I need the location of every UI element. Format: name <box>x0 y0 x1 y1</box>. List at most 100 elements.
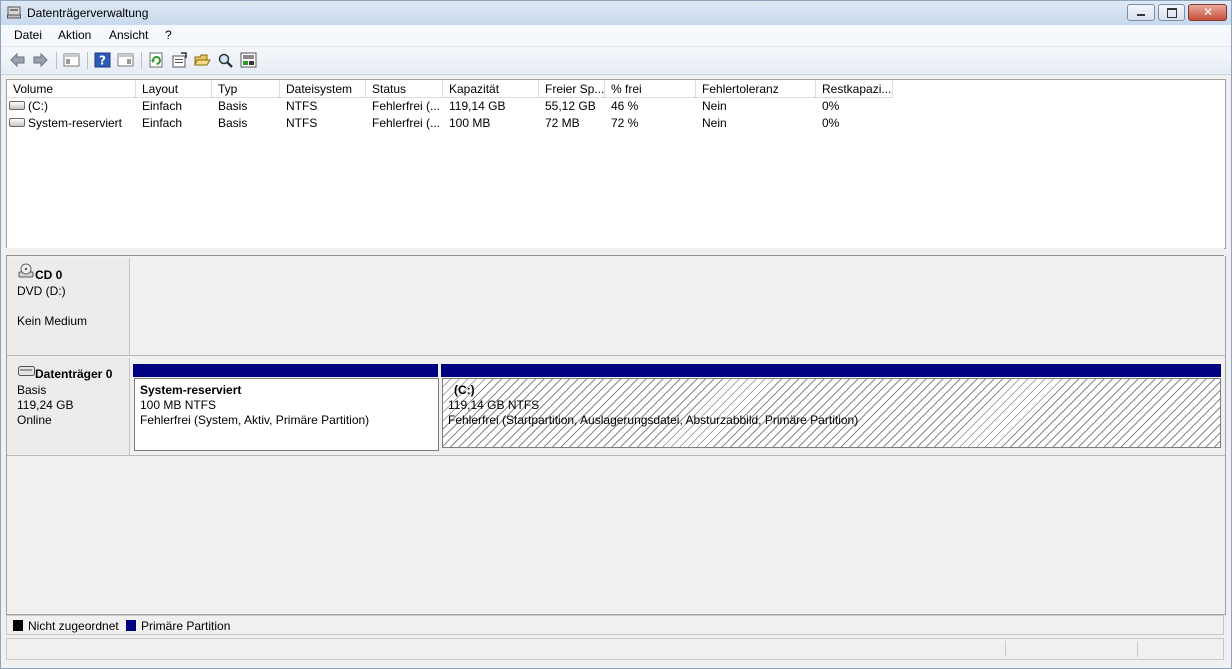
title-bar[interactable]: Datenträgerverwaltung ✕ <box>1 1 1231 25</box>
dateisystem-cell: NTFS <box>286 99 318 113</box>
disk0-label[interactable]: Datenträger 0 Basis 119,24 GB Online <box>7 358 130 455</box>
partition-size-fs: 119,14 GB NTFS <box>448 398 540 412</box>
menu-ansicht[interactable]: Ansicht <box>109 28 148 42</box>
status-cell: Fehlerfrei (... <box>372 99 441 113</box>
fehlertoleranz-cell: Nein <box>702 99 727 113</box>
toolbar-separator <box>141 52 142 69</box>
legend: Nicht zugeordnet Primäre Partition <box>6 615 1224 635</box>
disk-management-app-icon <box>7 6 21 19</box>
partition-status: Fehlerfrei (System, Aktiv, Primäre Parti… <box>140 413 370 427</box>
typ-cell: Basis <box>218 116 248 130</box>
status-bar <box>6 638 1224 660</box>
cd-drive-icon <box>18 263 34 278</box>
properties-icon[interactable] <box>171 52 188 68</box>
disk-type: Basis <box>17 383 47 397</box>
hard-disk-icon <box>18 366 35 376</box>
partition-size-fs: 100 MB NTFS <box>140 398 217 412</box>
forward-icon[interactable] <box>32 52 49 68</box>
status-bar-divider <box>1137 641 1138 657</box>
close-icon: ✕ <box>1203 5 1214 19</box>
rescan-disks-icon[interactable] <box>240 52 257 68</box>
drive-icon <box>9 101 25 111</box>
table-row[interactable]: (C:) Einfach Basis NTFS Fehlerfrei (... … <box>7 98 1223 115</box>
console-tree-icon[interactable] <box>63 52 80 68</box>
cd0-label[interactable]: CD 0 DVD (D:) Kein Medium <box>7 258 130 355</box>
properties-view-icon[interactable] <box>117 52 134 68</box>
column-header-dateisystem[interactable]: Dateisystem <box>280 80 366 98</box>
svg-text:?: ? <box>99 54 106 68</box>
disk-graphical-view: CD 0 DVD (D:) Kein Medium Datenträger 0 … <box>6 256 1226 615</box>
search-icon[interactable] <box>217 52 234 68</box>
refresh-icon[interactable] <box>148 52 165 68</box>
partition-system-reserved[interactable]: System-reserviert 100 MB NTFS Fehlerfrei… <box>134 378 439 451</box>
restkapazitaet-cell: 0% <box>822 116 840 130</box>
disk-name: Datenträger 0 <box>35 367 113 381</box>
column-header-freier-speicher[interactable]: Freier Sp... <box>539 80 605 98</box>
toolbar-separator <box>87 52 88 69</box>
back-icon[interactable] <box>9 52 26 68</box>
fehlertoleranz-cell: Nein <box>702 116 727 130</box>
disk-management-window: Datenträgerverwaltung ✕ Datei Aktion Ans… <box>0 0 1232 669</box>
disk-row-divider <box>7 355 1225 356</box>
column-header-status[interactable]: Status <box>366 80 443 98</box>
menu-datei[interactable]: Datei <box>14 28 42 42</box>
menu-help[interactable]: ? <box>165 28 172 42</box>
window-title: Datenträgerverwaltung <box>27 6 149 20</box>
volume-cell: (C:) <box>7 98 136 115</box>
menu-bar: Datei Aktion Ansicht ? <box>1 25 1231 47</box>
legend-swatch-unallocated <box>13 620 23 631</box>
table-row[interactable]: System-reserviert Einfach Basis NTFS Feh… <box>7 115 1223 132</box>
partition-title: System-reserviert <box>140 383 242 397</box>
volume-name: System-reserviert <box>28 116 123 130</box>
partition-c[interactable]: (C:) 119,14 GB NTFS Fehlerfrei (Startpar… <box>442 378 1221 448</box>
help-icon[interactable]: ? <box>94 52 111 68</box>
legend-label-primary: Primäre Partition <box>141 619 231 633</box>
partition-bar-c <box>441 364 1221 377</box>
minimize-icon <box>1137 14 1145 16</box>
drive-icon <box>9 118 25 128</box>
column-header-restkapazitaet[interactable]: Restkapazi... <box>816 80 893 98</box>
layout-cell: Einfach <box>142 116 183 130</box>
column-header-layout[interactable]: Layout <box>136 80 212 98</box>
disk-drive-letter: DVD (D:) <box>17 284 66 298</box>
partition-title: (C:) <box>454 383 475 397</box>
dateisystem-cell: NTFS <box>286 116 318 130</box>
column-header-kapazitaet[interactable]: Kapazität <box>443 80 539 98</box>
toolbar: ? <box>1 47 1231 75</box>
prozent-frei-cell: 46 % <box>611 99 639 113</box>
kapazitaet-cell: 119,14 GB <box>449 99 506 113</box>
column-header-typ[interactable]: Typ <box>212 80 280 98</box>
layout-cell: Einfach <box>142 99 183 113</box>
volume-cell: System-reserviert <box>7 115 136 132</box>
disk-name: CD 0 <box>35 268 63 282</box>
toolbar-separator <box>56 52 57 69</box>
disk-size: 119,24 GB <box>17 398 74 412</box>
legend-label-unallocated: Nicht zugeordnet <box>28 619 119 633</box>
partition-bar-system-reserved <box>133 364 438 377</box>
menu-aktion[interactable]: Aktion <box>58 28 91 42</box>
freier-speicher-cell: 55,12 GB <box>545 99 596 113</box>
kapazitaet-cell: 100 MB <box>449 116 491 130</box>
minimize-button[interactable] <box>1127 4 1155 21</box>
legend-swatch-primary <box>126 620 136 631</box>
pane-splitter[interactable] <box>6 248 1224 256</box>
volume-name: (C:) <box>28 99 48 113</box>
disk-media-status: Kein Medium <box>17 314 88 328</box>
close-button[interactable]: ✕ <box>1188 4 1227 21</box>
disk-row-divider <box>7 455 1225 456</box>
restore-icon <box>1167 8 1177 18</box>
partition-status: Fehlerfrei (Startpartition, Auslagerungs… <box>448 413 859 427</box>
open-folder-icon[interactable] <box>194 52 211 68</box>
freier-speicher-cell: 72 MB <box>545 116 580 130</box>
status-cell: Fehlerfrei (... <box>372 116 441 130</box>
disk-state: Online <box>17 413 52 427</box>
volume-list: Volume Layout Typ Dateisystem Status Kap… <box>6 79 1226 249</box>
column-header-volume[interactable]: Volume <box>7 80 136 98</box>
maximize-button[interactable] <box>1158 4 1185 21</box>
typ-cell: Basis <box>218 99 248 113</box>
column-header-fehlertoleranz[interactable]: Fehlertoleranz <box>696 80 816 98</box>
status-bar-divider <box>1005 641 1006 657</box>
prozent-frei-cell: 72 % <box>611 116 639 130</box>
column-header-prozent-frei[interactable]: % frei <box>605 80 696 98</box>
restkapazitaet-cell: 0% <box>822 99 840 113</box>
